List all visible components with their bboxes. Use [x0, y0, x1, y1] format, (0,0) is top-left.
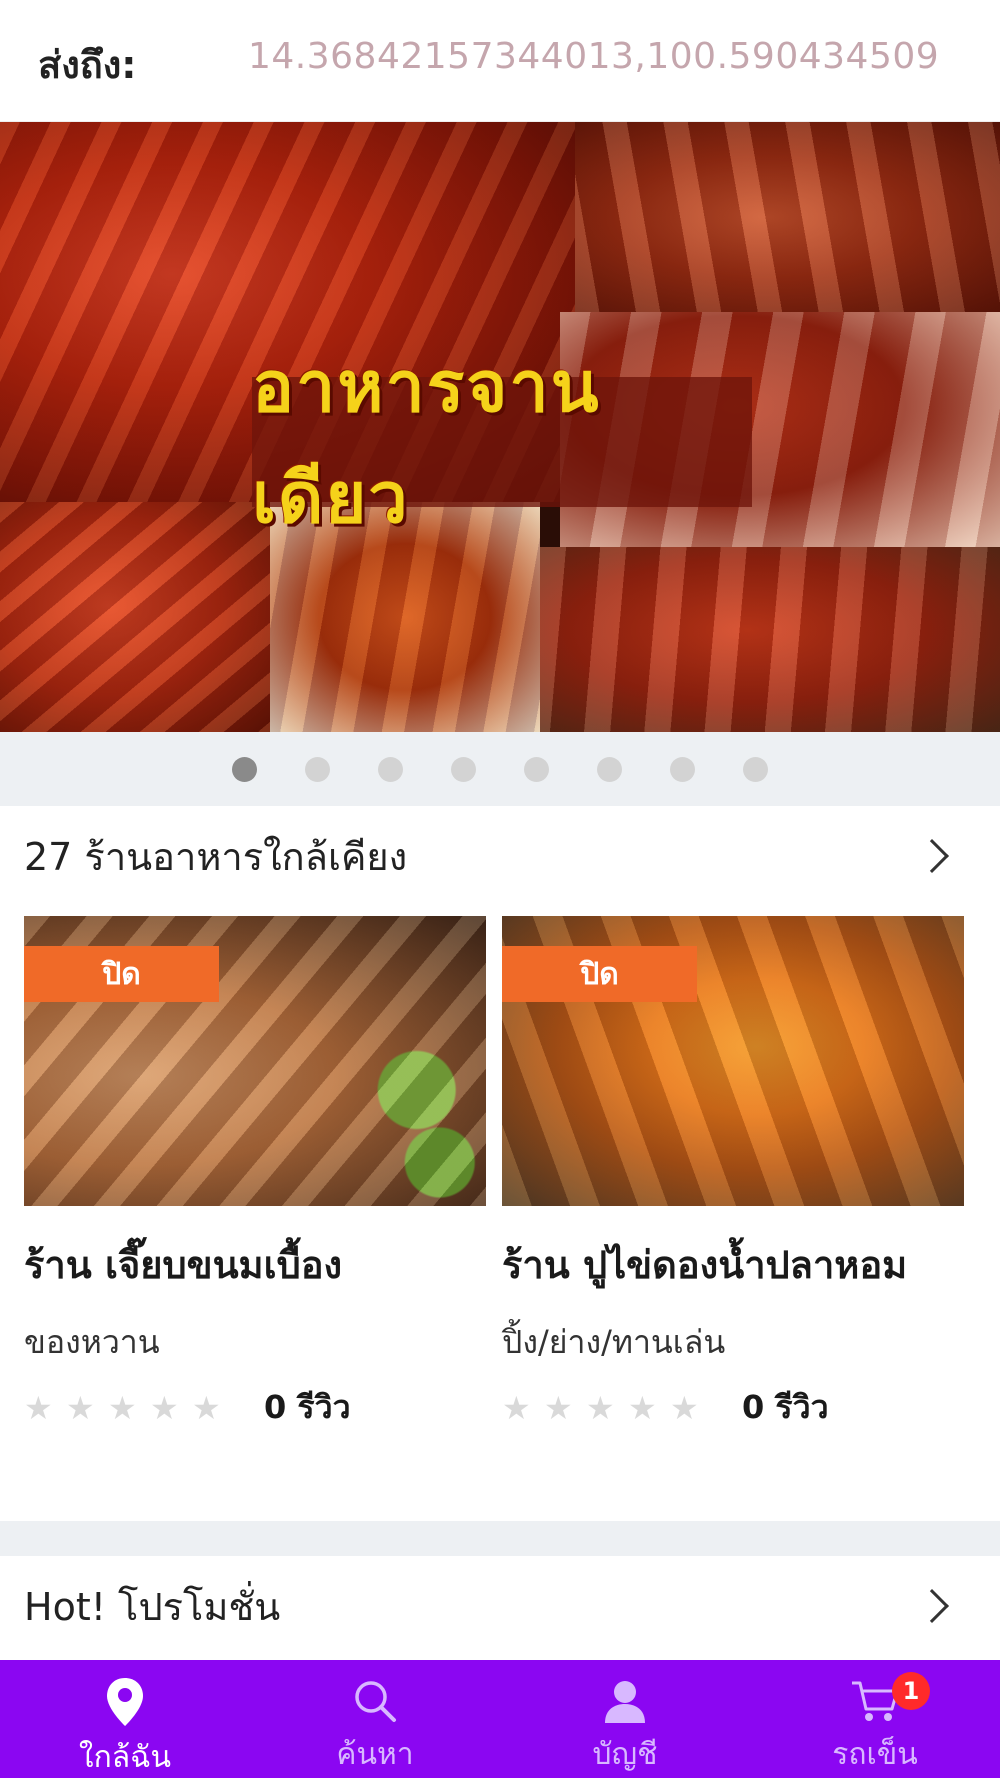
banner-photo-duck-plate	[0, 502, 270, 732]
chevron-right-icon[interactable]	[915, 839, 949, 873]
restaurant-category: ของหวาน	[24, 1323, 160, 1361]
chevron-right-icon[interactable]	[915, 1589, 949, 1623]
nav-label: ใกล้ฉัน	[78, 1740, 172, 1775]
nearby-section-header[interactable]: 27 ร้านอาหารใกล้เคียง	[0, 806, 1000, 906]
nav-cart[interactable]: 1 รถเข็น	[750, 1660, 1000, 1778]
banner-photo-red-pork-rice	[540, 547, 1000, 732]
carousel-dot[interactable]	[378, 756, 403, 782]
restaurant-card[interactable]: ปิด ร้าน ปูไข่ดองน้ำปลาหอม ปิ้ง/ย่าง/ทาน…	[502, 916, 964, 1433]
promotions-section-header[interactable]: Hot! โปรโมชั่น	[0, 1556, 1000, 1656]
star-icon: ★	[670, 1388, 699, 1427]
carousel-dot[interactable]	[524, 756, 549, 782]
star-icon: ★	[502, 1388, 531, 1427]
delivery-header[interactable]: ส่งถึง: 14.36842157344013,100.590434509	[0, 0, 1000, 122]
closed-badge: ปิด	[24, 946, 219, 1002]
star-rating: ★ ★ ★ ★ ★ 0 รีวิว	[502, 1382, 964, 1433]
carousel-dot[interactable]	[597, 756, 622, 782]
deliver-to-label: ส่งถึง:	[38, 43, 137, 87]
nearby-title: 27 ร้านอาหารใกล้เคียง	[24, 834, 408, 879]
nav-nearby[interactable]: ใกล้ฉัน	[0, 1660, 250, 1778]
promo-banner[interactable]: อาหารจานเดียว	[0, 122, 1000, 732]
star-icon: ★	[628, 1388, 657, 1427]
closed-badge: ปิด	[502, 946, 697, 1002]
star-icon: ★	[544, 1388, 573, 1427]
star-icon: ★	[150, 1388, 179, 1427]
banner-photo-sliced-duck	[575, 122, 1000, 312]
review-count: 0 รีวิว	[264, 1388, 351, 1426]
nearby-restaurant-list: ปิด ร้าน เจี๊ยบขนมเบื้อง ของหวาน ★ ★ ★ ★…	[0, 906, 1000, 1521]
carousel-indicator	[0, 732, 1000, 806]
nav-label: บัญชี	[592, 1737, 658, 1772]
section-divider	[0, 1521, 1000, 1556]
search-icon	[348, 1676, 402, 1725]
star-rating: ★ ★ ★ ★ ★ 0 รีวิว	[24, 1382, 486, 1433]
nav-label: ค้นหา	[336, 1737, 414, 1772]
bottom-navigation: ใกล้ฉัน ค้นหา บัญชี 1 รถเข็น	[0, 1660, 1000, 1778]
carousel-dot[interactable]	[451, 756, 476, 782]
nav-account[interactable]: บัญชี	[500, 1660, 750, 1778]
restaurant-category: ปิ้ง/ย่าง/ทานเล่น	[502, 1323, 726, 1361]
nav-search[interactable]: ค้นหา	[250, 1660, 500, 1778]
location-pin-icon	[98, 1676, 152, 1728]
carousel-dot-active[interactable]	[232, 756, 257, 782]
nav-label: รถเข็น	[832, 1737, 918, 1772]
restaurant-photo: ปิด	[502, 916, 964, 1206]
banner-title: อาหารจานเดียว	[252, 345, 752, 539]
star-icon: ★	[66, 1388, 95, 1427]
star-icon: ★	[586, 1388, 615, 1427]
delivery-coordinates[interactable]: 14.36842157344013,100.590434509	[248, 36, 939, 77]
star-icon: ★	[24, 1388, 53, 1427]
cart-count-badge: 1	[892, 1672, 930, 1710]
promotions-title: Hot! โปรโมชั่น	[24, 1584, 281, 1629]
star-icon: ★	[192, 1388, 221, 1427]
carousel-dot[interactable]	[305, 756, 330, 782]
restaurant-name: ร้าน ปูไข่ดองน้ำปลาหอม	[502, 1243, 908, 1287]
review-count: 0 รีวิว	[742, 1388, 829, 1426]
restaurant-photo: ปิด	[24, 916, 486, 1206]
restaurant-card[interactable]: ปิด ร้าน เจี๊ยบขนมเบื้อง ของหวาน ★ ★ ★ ★…	[24, 916, 486, 1433]
account-icon	[598, 1676, 652, 1725]
star-icon: ★	[108, 1388, 137, 1427]
carousel-dot[interactable]	[670, 756, 695, 782]
restaurant-name: ร้าน เจี๊ยบขนมเบื้อง	[24, 1243, 343, 1287]
carousel-dot[interactable]	[743, 756, 768, 782]
